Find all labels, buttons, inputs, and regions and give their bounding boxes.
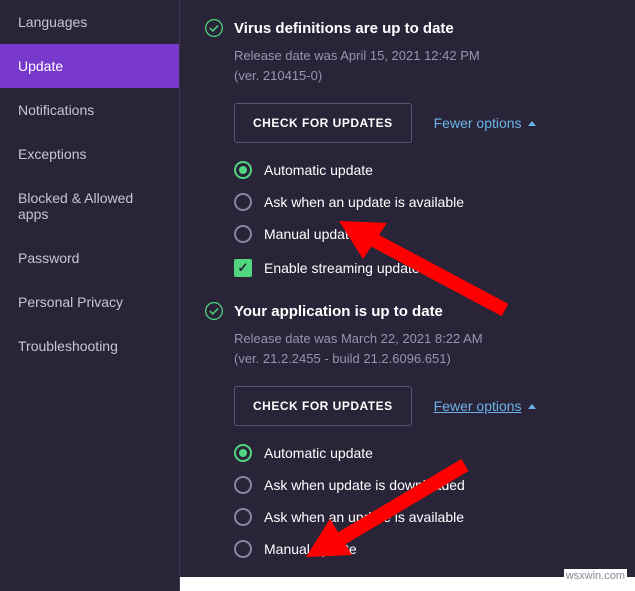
check-circle-icon [204,301,224,321]
radio-icon [234,540,252,558]
virus-version: (ver. 210415-0) [234,66,611,86]
radio-label: Automatic update [264,445,373,461]
app-update-mode-group: Automatic update Ask when update is down… [234,444,611,558]
virus-update-mode-group: Automatic update Ask when an update is a… [234,161,611,243]
watermark: wsxwin.com [564,569,627,583]
main-content: Virus definitions are up to date Release… [180,0,635,591]
sidebar-item-password[interactable]: Password [0,236,179,280]
sidebar-item-update[interactable]: Update [0,44,179,88]
sidebar-item-languages[interactable]: Languages [0,0,179,44]
check-updates-app-button[interactable]: CHECK FOR UPDATES [234,386,412,426]
sidebar-item-personal-privacy[interactable]: Personal Privacy [0,280,179,324]
chevron-up-icon [528,404,536,409]
radio-manual-update-virus[interactable]: Manual update [234,225,611,243]
settings-sidebar: Languages Update Notifications Exception… [0,0,180,591]
virus-section-header: Virus definitions are up to date [204,18,611,38]
fewer-options-virus-toggle[interactable]: Fewer options [434,115,536,131]
check-updates-virus-button[interactable]: CHECK FOR UPDATES [234,103,412,143]
radio-automatic-update-app[interactable]: Automatic update [234,444,611,462]
sidebar-item-troubleshooting[interactable]: Troubleshooting [0,324,179,368]
radio-ask-downloaded-app[interactable]: Ask when update is downloaded [234,476,611,494]
radio-label: Ask when an update is available [264,194,464,210]
radio-icon [234,161,252,179]
radio-label: Manual update [264,226,357,242]
fewer-options-virus-label: Fewer options [434,115,522,131]
fewer-options-app-label: Fewer options [434,398,522,414]
radio-label: Manual update [264,541,357,557]
sidebar-item-blocked-allowed-apps[interactable]: Blocked & Allowed apps [0,176,179,236]
virus-section-title: Virus definitions are up to date [234,20,454,37]
radio-ask-available-virus[interactable]: Ask when an update is available [234,193,611,211]
app-release-date: Release date was March 22, 2021 8:22 AM [234,329,611,349]
radio-label: Ask when an update is available [264,509,464,525]
radio-label: Ask when update is downloaded [264,477,465,493]
radio-icon [234,476,252,494]
app-version: (ver. 21.2.2455 - build 21.2.6096.651) [234,349,611,369]
sidebar-item-exceptions[interactable]: Exceptions [0,132,179,176]
radio-manual-update-app[interactable]: Manual update [234,540,611,558]
radio-icon [234,193,252,211]
radio-label: Automatic update [264,162,373,178]
check-circle-icon [204,18,224,38]
virus-release-date: Release date was April 15, 2021 12:42 PM [234,46,611,66]
radio-ask-available-app[interactable]: Ask when an update is available [234,508,611,526]
radio-icon [234,508,252,526]
sidebar-item-notifications[interactable]: Notifications [0,88,179,132]
checkbox-enable-streaming-update[interactable]: ✓ Enable streaming update [234,259,611,277]
radio-icon [234,225,252,243]
radio-icon [234,444,252,462]
app-section-title: Your application is up to date [234,303,443,320]
fewer-options-app-toggle[interactable]: Fewer options [434,398,536,414]
radio-automatic-update-virus[interactable]: Automatic update [234,161,611,179]
app-section-header: Your application is up to date [204,301,611,321]
checkbox-label: Enable streaming update [264,260,420,276]
chevron-up-icon [528,121,536,126]
checkbox-icon: ✓ [234,259,252,277]
